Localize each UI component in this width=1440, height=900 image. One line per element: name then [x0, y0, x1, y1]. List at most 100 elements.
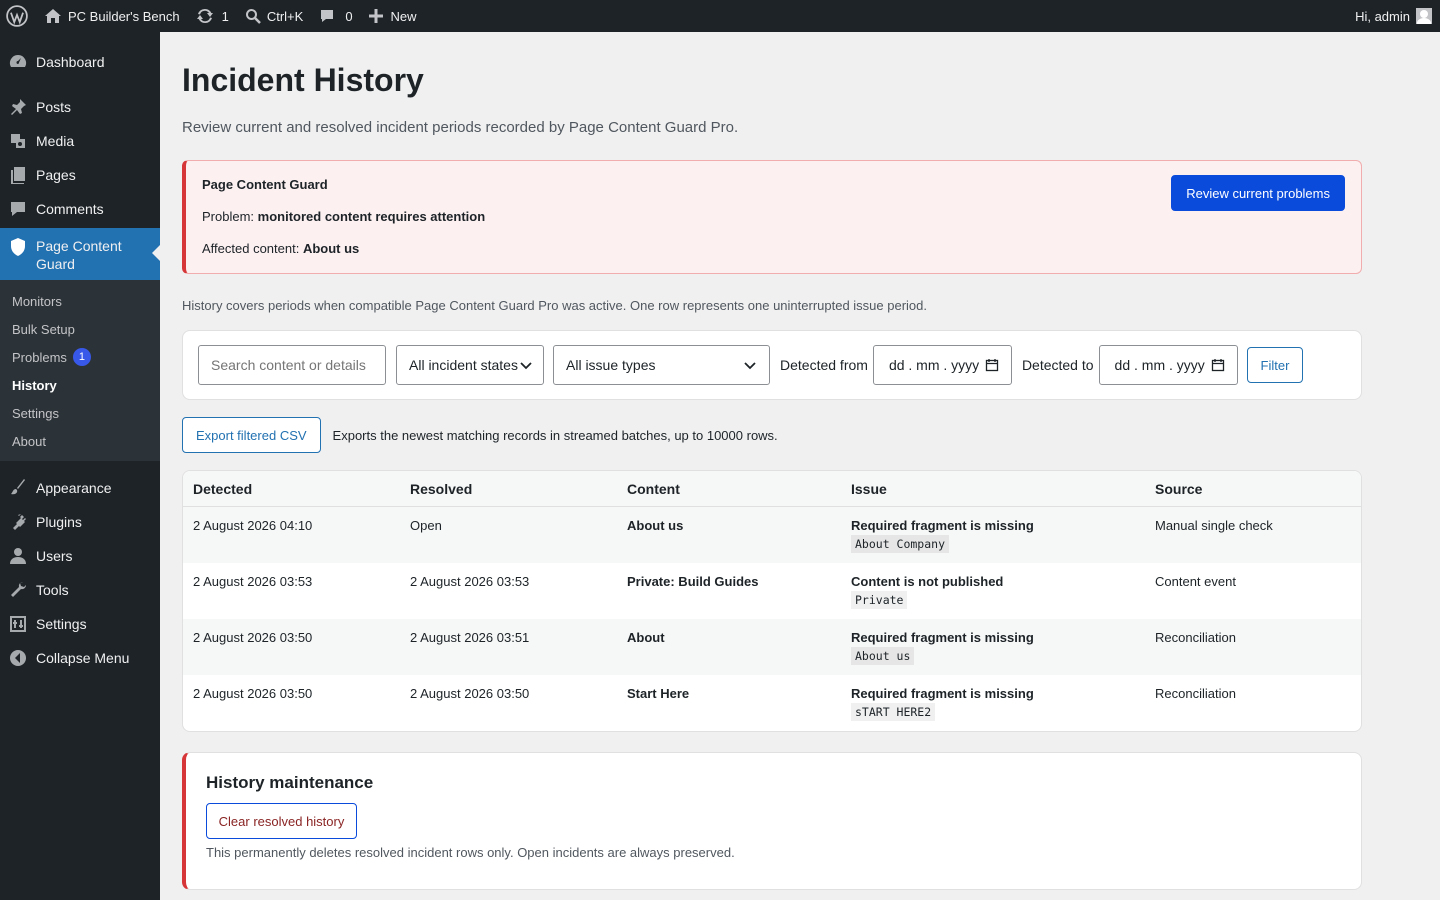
- search-shortcut: Ctrl+K: [266, 8, 304, 24]
- incident-state-select[interactable]: All incident states: [396, 345, 544, 385]
- detected-from-value: dd . mm . yyyy: [888, 357, 980, 373]
- table-row: 2 August 2026 03:53 2 August 2026 03:53 …: [183, 563, 1361, 619]
- menu-tools[interactable]: Tools: [0, 573, 160, 607]
- menu-plugins-label: Plugins: [36, 514, 82, 530]
- submenu-bulk-setup[interactable]: Bulk Setup: [0, 315, 160, 343]
- maintenance-title: History maintenance: [206, 773, 374, 792]
- menu-comments-label: Comments: [36, 201, 104, 217]
- submenu-history[interactable]: History: [0, 371, 160, 399]
- detected-from-date-input[interactable]: dd . mm . yyyy: [872, 345, 1012, 385]
- cell-issue: Required fragment is missing About us: [841, 619, 1145, 675]
- export-row: Export filtered CSV Exports the newest m…: [182, 417, 1362, 453]
- issue-title: Required fragment is missing: [851, 518, 1034, 533]
- content-title: About: [627, 630, 665, 645]
- menu-page-content-guard[interactable]: Page Content Guard: [0, 228, 160, 280]
- submenu-about[interactable]: About: [0, 427, 160, 455]
- menu-comments[interactable]: Comments: [0, 192, 160, 226]
- menu-page-content-guard-label: Page Content Guard: [36, 238, 122, 272]
- media-icon: [8, 131, 28, 151]
- filter-bar: Search content or details All incident s…: [182, 330, 1362, 400]
- column-issue[interactable]: Issue: [841, 471, 1145, 507]
- greeting: Hi, admin: [1355, 8, 1410, 24]
- menu-pages-label: Pages: [36, 167, 76, 183]
- wordpress-logo-icon[interactable]: [0, 0, 36, 32]
- menu-pages[interactable]: Pages: [0, 158, 160, 192]
- cell-resolved: 2 August 2026 03:51: [400, 619, 617, 675]
- page-subtitle: Review current and resolved incident per…: [182, 119, 739, 136]
- table-header-row: Detected Resolved Content Issue Source: [183, 471, 1361, 507]
- column-detected[interactable]: Detected: [183, 471, 400, 507]
- comments-count: 0: [345, 8, 353, 24]
- menu-media-label: Media: [36, 133, 75, 149]
- search-shortcut-link[interactable]: Ctrl+K: [237, 0, 311, 32]
- table-row: 2 August 2026 03:50 2 August 2026 03:51 …: [183, 619, 1361, 675]
- cell-content: About us: [617, 507, 841, 563]
- issue-title: Content is not published: [851, 574, 1004, 589]
- dashboard-gauge-icon: [8, 52, 28, 72]
- main-content: Incident History Review current and reso…: [182, 32, 1362, 890]
- menu-plugins[interactable]: Plugins: [0, 505, 160, 539]
- cell-content: Private: Build Guides: [617, 563, 841, 619]
- column-resolved[interactable]: Resolved: [400, 471, 617, 507]
- updates-link[interactable]: 1: [188, 0, 237, 32]
- comments-link[interactable]: 0: [311, 0, 360, 32]
- cell-detected: 2 August 2026 04:10: [183, 507, 400, 563]
- chevron-down-icon: [744, 362, 756, 370]
- calendar-icon[interactable]: [985, 358, 999, 372]
- cell-source: Content event: [1155, 574, 1236, 589]
- site-name: PC Builder's Bench: [68, 8, 180, 24]
- submenu-monitors[interactable]: Monitors: [0, 287, 160, 315]
- export-csv-button[interactable]: Export filtered CSV: [182, 417, 321, 453]
- paintbrush-icon: [8, 478, 28, 498]
- column-source[interactable]: Source: [1145, 471, 1361, 507]
- detected-to-date-input[interactable]: dd . mm . yyyy: [1098, 345, 1238, 385]
- menu-appearance[interactable]: Appearance: [0, 471, 160, 505]
- pages-icon: [8, 165, 28, 185]
- pushpin-icon: [8, 97, 28, 117]
- review-current-problems-button[interactable]: Review current problems: [1171, 175, 1345, 211]
- issue-type-select[interactable]: All issue types: [553, 345, 770, 385]
- clear-resolved-history-button[interactable]: Clear resolved history: [206, 803, 357, 839]
- filter-button[interactable]: Filter: [1246, 347, 1304, 383]
- history-maintenance-panel: History maintenance Clear resolved histo…: [182, 752, 1362, 890]
- menu-dashboard[interactable]: Dashboard: [0, 45, 160, 79]
- plus-icon: [368, 9, 383, 23]
- cell-content: Start Here: [617, 675, 841, 731]
- search-input[interactable]: Search content or details: [198, 345, 386, 385]
- detected-to-label: Detected to: [1021, 357, 1094, 373]
- cell-source: Reconciliation: [1155, 686, 1236, 701]
- refresh-icon: [196, 7, 214, 25]
- home-icon: [44, 8, 62, 24]
- submenu-settings[interactable]: Settings: [0, 399, 160, 427]
- site-name-link[interactable]: PC Builder's Bench: [36, 0, 188, 32]
- menu-users[interactable]: Users: [0, 539, 160, 573]
- collapse-arrow-icon: [8, 648, 28, 668]
- wrench-icon: [8, 580, 28, 600]
- problem-notice: Page Content Guard Problem: monitored co…: [182, 160, 1362, 274]
- account-menu[interactable]: Hi, admin: [1347, 0, 1440, 32]
- submenu-problems[interactable]: Problems 1: [0, 343, 160, 371]
- table-row: 2 August 2026 04:10 Open About us Requir…: [183, 507, 1361, 563]
- export-note: Exports the newest matching records in s…: [332, 427, 778, 443]
- issue-detail: About Company: [851, 535, 950, 553]
- calendar-icon[interactable]: [1211, 358, 1225, 372]
- collapse-menu-label: Collapse Menu: [36, 650, 130, 666]
- user-icon: [8, 546, 28, 566]
- menu-posts[interactable]: Posts: [0, 90, 160, 124]
- notice-problem: Problem: monitored content requires atte…: [202, 209, 1361, 225]
- menu-settings[interactable]: Settings: [0, 607, 160, 641]
- issue-detail: About us: [851, 647, 915, 665]
- search-icon: [245, 8, 261, 24]
- new-content-link[interactable]: New: [361, 0, 425, 32]
- menu-media[interactable]: Media: [0, 124, 160, 158]
- notice-affected-value: About us: [302, 241, 360, 256]
- settings-sliders-icon: [8, 614, 28, 634]
- cell-resolved: 2 August 2026 03:53: [410, 574, 530, 589]
- detected-from-label: Detected from: [780, 357, 868, 373]
- notice-affected: Affected content: About us: [202, 241, 1361, 257]
- menu-dashboard-label: Dashboard: [36, 54, 105, 70]
- incident-state-value: All incident states: [409, 357, 518, 373]
- column-content[interactable]: Content: [617, 471, 841, 507]
- avatar: [1416, 8, 1432, 24]
- collapse-menu-button[interactable]: Collapse Menu: [0, 641, 160, 675]
